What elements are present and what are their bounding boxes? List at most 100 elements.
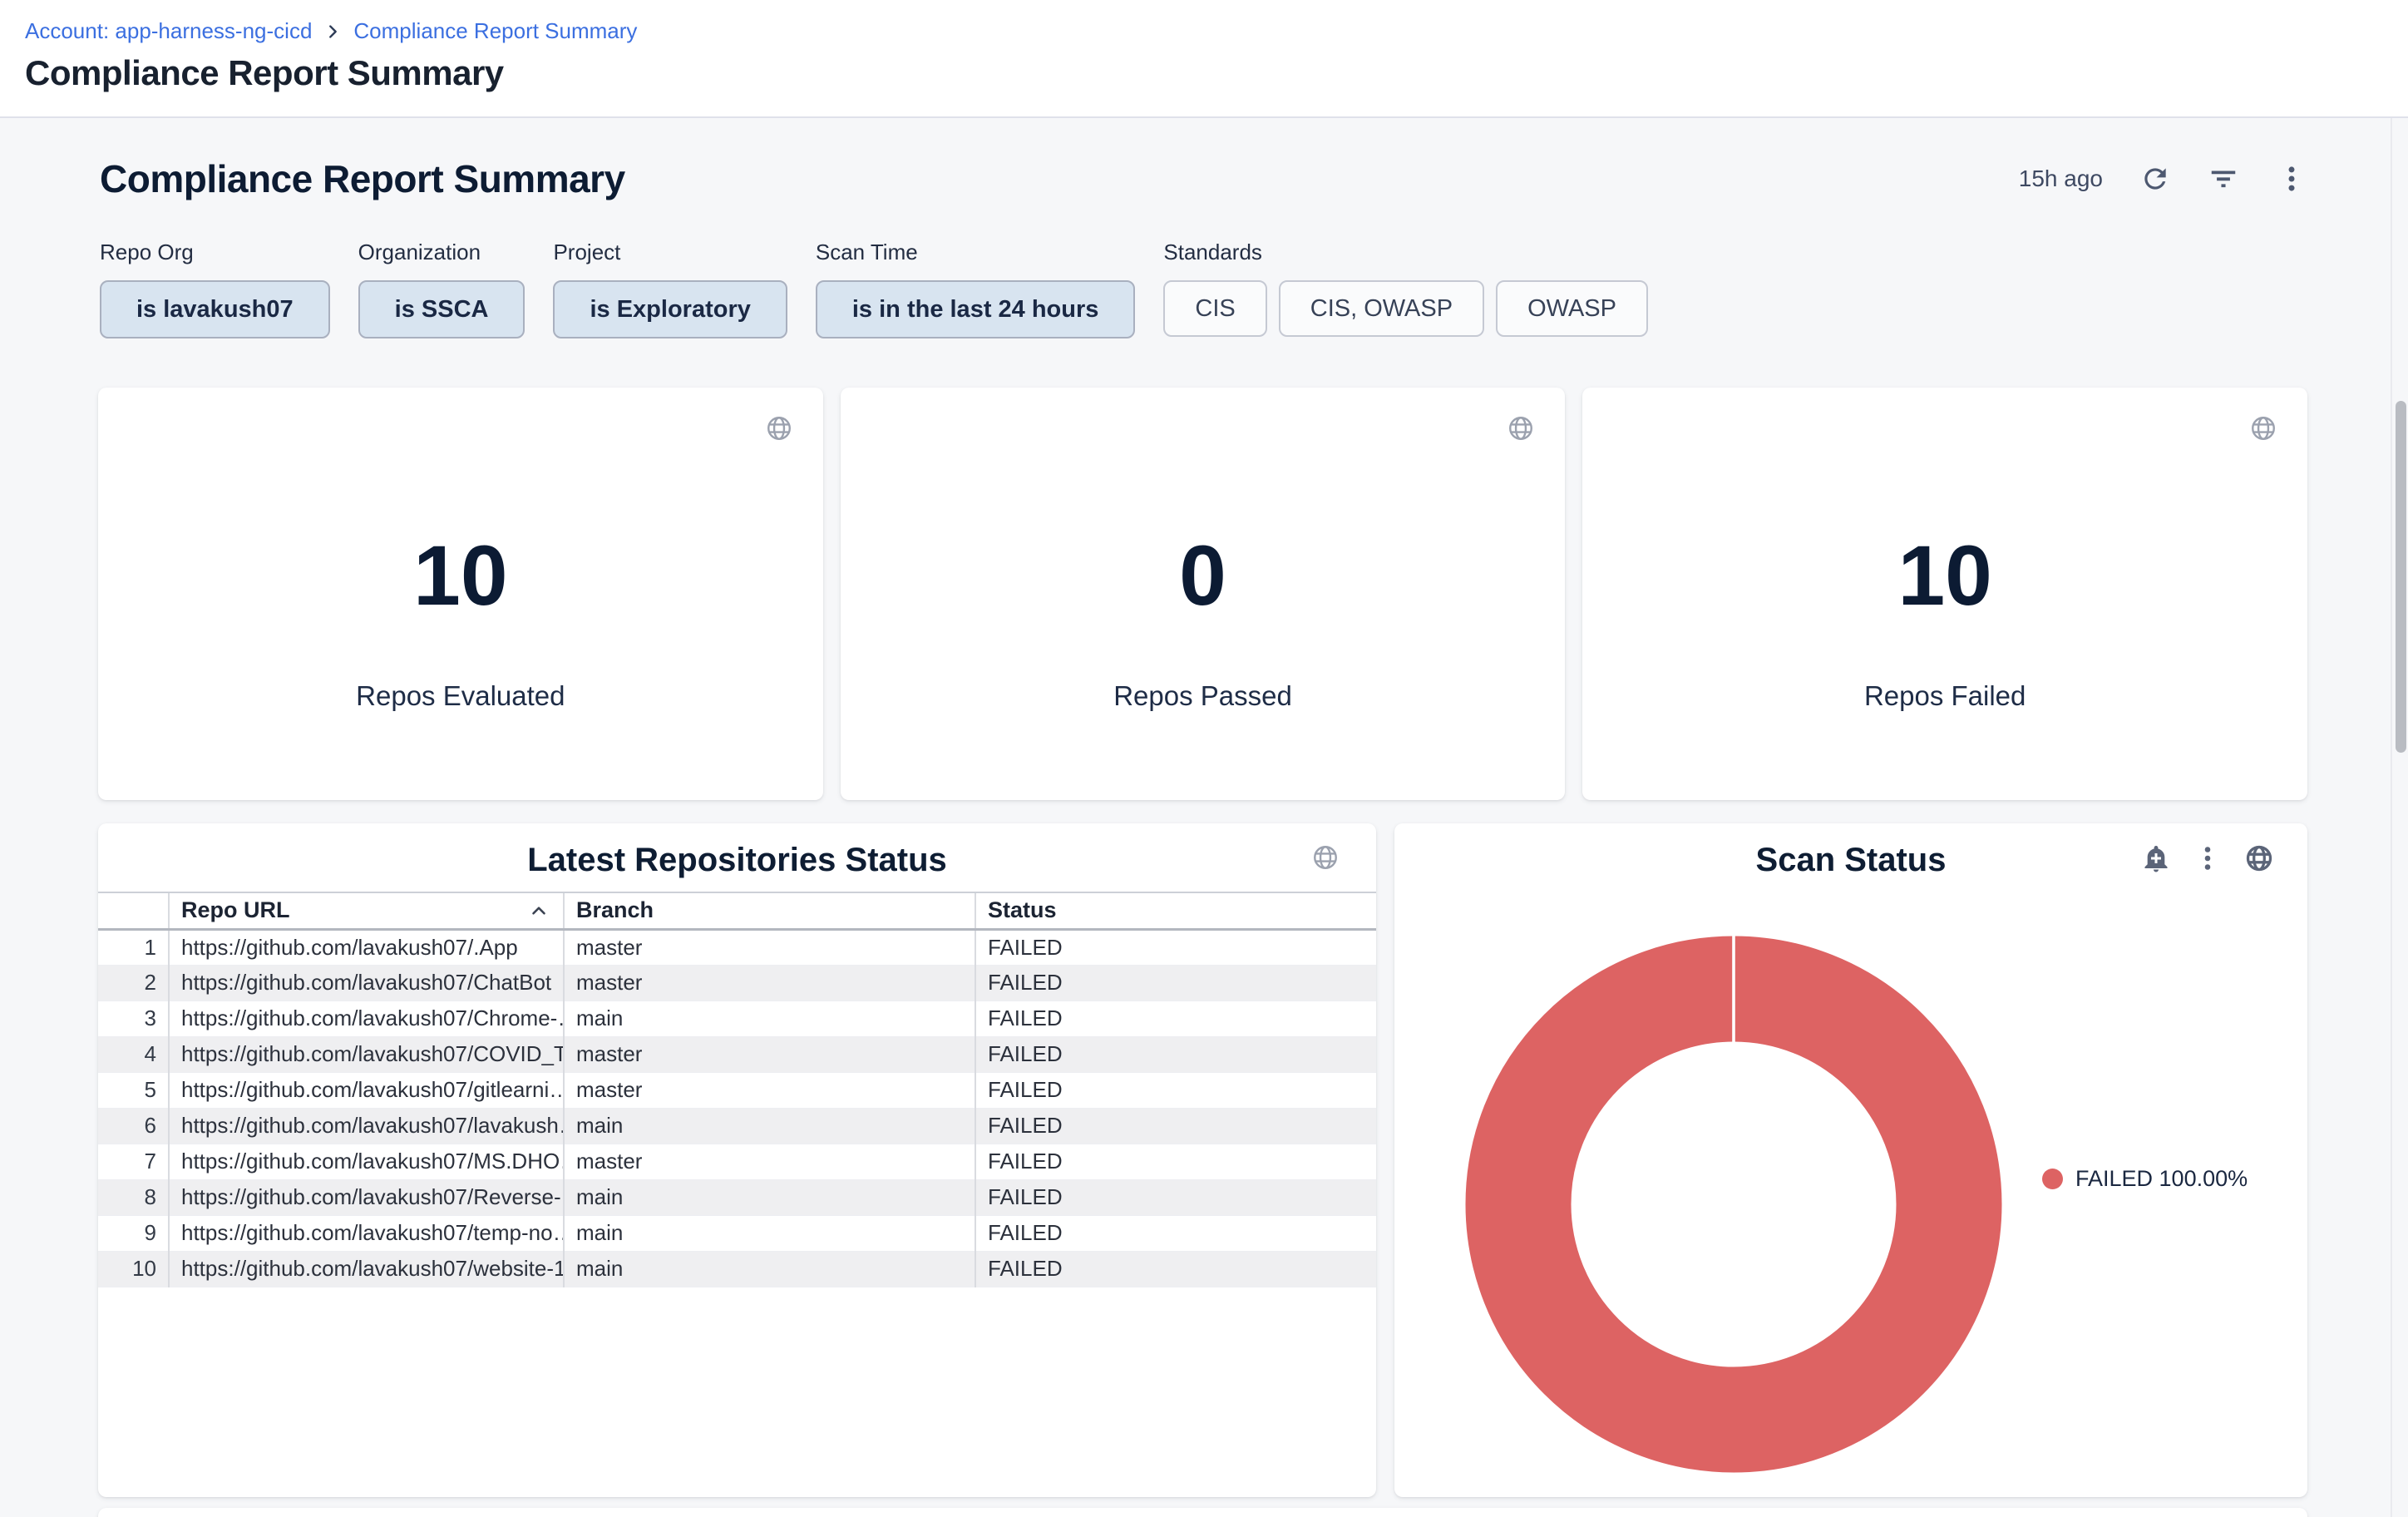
table-row: 6https://github.com/lavakush07/lavakush…… [98,1108,1376,1144]
cell-branch: master [564,929,975,965]
globe-icon[interactable] [1311,843,1340,872]
top-header: Account: app-harness-ng-cicd Compliance … [0,0,2408,118]
cell-n: 10 [98,1251,169,1287]
cell-status: FAILED [975,1144,1376,1179]
table-row: 10https://github.com/lavakush07/website-… [98,1251,1376,1287]
filter-chip-project[interactable]: is Exploratory [553,280,787,338]
filter-chip-repo-org[interactable]: is lavakush07 [100,280,330,338]
cell-n: 3 [98,1001,169,1036]
table-row: 9https://github.com/lavakush07/temp-no…m… [98,1215,1376,1251]
globe-icon[interactable] [1507,414,1535,442]
filter-chip-organization[interactable]: is SSCA [358,280,526,338]
cell-n: 7 [98,1144,169,1179]
filter-project: Project is Exploratory [553,240,787,338]
globe-icon[interactable] [2244,843,2274,873]
scan-status-donut-chart[interactable] [1463,934,2004,1475]
cell-branch: master [564,1036,975,1072]
filter-label: Project [553,240,787,265]
cell-url: https://github.com/lavakush07/COVID_T… [169,1036,564,1072]
next-widget-card-partial [98,1508,2307,1517]
filter-icon[interactable] [2208,163,2239,195]
cell-status: FAILED [975,965,1376,1001]
page: Account: app-harness-ng-cicd Compliance … [0,0,2408,1517]
filter-label: Scan Time [816,240,1136,265]
stat-value: 10 [98,527,823,625]
filter-chip-scan-time[interactable]: is in the last 24 hours [816,280,1136,338]
column-header-repo-url[interactable]: Repo URL [169,892,564,929]
cell-status: FAILED [975,1001,1376,1036]
cell-url: https://github.com/lavakush07/Chrome-… [169,1001,564,1036]
scan-status-card: Scan Status FAILED 10 [1394,823,2307,1497]
filter-scan-time: Scan Time is in the last 24 hours [816,240,1136,338]
page-title: Compliance Report Summary [25,53,504,93]
last-refreshed-time: 15h ago [2019,166,2103,192]
standards-option-cis[interactable]: CIS [1163,280,1266,337]
cell-url: https://github.com/lavakush07/temp-no… [169,1215,564,1251]
cell-url: https://github.com/lavakush07/website-1 [169,1251,564,1287]
filter-label: Organization [358,240,526,265]
breadcrumb-current-link[interactable]: Compliance Report Summary [353,18,637,44]
column-header-branch[interactable]: Branch [564,892,975,929]
cell-n: 2 [98,965,169,1001]
stat-card-repos-evaluated: 10 Repos Evaluated [98,388,823,800]
breadcrumb-account-link[interactable]: Account: app-harness-ng-cicd [25,18,312,44]
scrollbar-track [2391,118,2392,1517]
scrollbar-thumb[interactable] [2396,401,2406,753]
breadcrumb: Account: app-harness-ng-cicd Compliance … [25,18,637,44]
cell-status: FAILED [975,1251,1376,1287]
stat-value: 0 [841,527,1566,625]
filter-label: Standards [1163,240,1648,265]
legend-label: FAILED 100.00% [2075,1166,2248,1192]
standards-buttons: CIS CIS, OWASP OWASP [1163,280,1648,337]
stat-card-repos-passed: 0 Repos Passed [841,388,1566,800]
row-number-header [98,892,169,929]
repositories-table: Repo URL Branch Status 1https://github.c… [98,892,1376,1287]
cell-url: https://github.com/lavakush07/gitlearni… [169,1072,564,1108]
table-row: 4https://github.com/lavakush07/COVID_T…m… [98,1036,1376,1072]
cell-url: https://github.com/lavakush07/.App [169,929,564,965]
cell-status: FAILED [975,929,1376,965]
cell-n: 8 [98,1179,169,1215]
chart-legend[interactable]: FAILED 100.00% [2042,1166,2248,1192]
table-row: 3https://github.com/lavakush07/Chrome-…m… [98,1001,1376,1036]
cell-url: https://github.com/lavakush07/Reverse-… [169,1179,564,1215]
stat-value: 10 [1582,527,2307,625]
cell-branch: main [564,1001,975,1036]
standards-option-cis-owasp[interactable]: CIS, OWASP [1279,280,1484,337]
chart-card-icons [2141,843,2274,873]
globe-icon[interactable] [2249,414,2277,442]
filter-repo-org: Repo Org is lavakush07 [100,240,330,338]
stat-label: Repos Evaluated [98,680,823,712]
refresh-icon[interactable] [2139,163,2171,195]
standards-option-owasp[interactable]: OWASP [1496,280,1648,337]
cell-branch: master [564,1144,975,1179]
cell-n: 6 [98,1108,169,1144]
filter-organization: Organization is SSCA [358,240,526,338]
cell-branch: main [564,1179,975,1215]
dashboard-title: Compliance Report Summary [100,156,625,201]
table-header-row: Repo URL Branch Status [98,892,1376,929]
column-label: Repo URL [181,897,290,923]
kebab-menu-icon[interactable] [2193,843,2223,873]
cell-branch: master [564,965,975,1001]
table-row: 1https://github.com/lavakush07/.Appmaste… [98,929,1376,965]
stat-cards-row: 10 Repos Evaluated 0 Repos Passed 10 Rep… [98,388,2307,800]
sort-asc-icon [528,900,550,922]
column-header-status[interactable]: Status [975,892,1376,929]
cell-status: FAILED [975,1215,1376,1251]
alert-add-icon[interactable] [2141,843,2171,873]
cell-status: FAILED [975,1072,1376,1108]
cell-url: https://github.com/lavakush07/ChatBot [169,965,564,1001]
cell-branch: main [564,1108,975,1144]
cell-n: 1 [98,929,169,965]
cell-status: FAILED [975,1179,1376,1215]
latest-repositories-status-card: Latest Repositories Status Repo URL [98,823,1376,1497]
cell-n: 4 [98,1036,169,1072]
globe-icon[interactable] [765,414,793,442]
filter-label: Repo Org [100,240,330,265]
stat-card-repos-failed: 10 Repos Failed [1582,388,2307,800]
bottom-row: Latest Repositories Status Repo URL [98,823,2307,1497]
cell-branch: main [564,1251,975,1287]
chevron-right-icon [323,22,342,41]
kebab-menu-icon[interactable] [2276,163,2307,195]
